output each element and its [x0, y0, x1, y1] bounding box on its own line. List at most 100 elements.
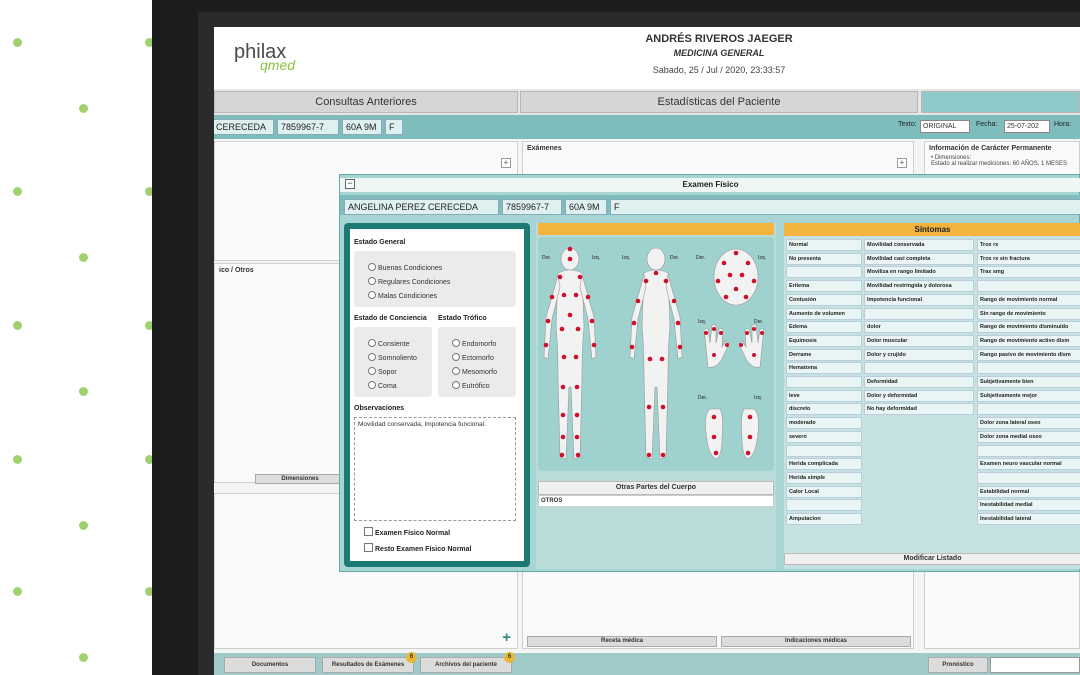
sintoma-item[interactable]: Eritema [786, 280, 862, 293]
sintoma-item[interactable]: severo [786, 430, 862, 443]
patient-name: CERECEDA [214, 119, 274, 135]
body-map[interactable]: Der. Izq. Izq. Der. Der. Izq. Izq. Der. … [538, 237, 774, 471]
check-examen-normal[interactable]: Examen Físico Normal [364, 527, 450, 537]
hora-label: Hora: [1054, 121, 1072, 128]
sintoma-item[interactable]: Movilidad conservada [864, 239, 974, 251]
sintoma-item[interactable]: Herida simple [786, 471, 862, 484]
sintoma-item[interactable] [977, 280, 1080, 293]
sintoma-item[interactable]: Trax smg [977, 266, 1080, 279]
documentos-button[interactable]: Documentos [224, 657, 316, 673]
expand-icon[interactable]: + [501, 158, 511, 168]
sintoma-item[interactable]: discreto [786, 403, 862, 416]
sintoma-item[interactable] [864, 362, 974, 375]
tab-active[interactable] [921, 91, 1080, 113]
sintoma-item[interactable]: Dolor zona lateral oseo [977, 417, 1080, 430]
minimize-icon[interactable]: − [345, 179, 355, 189]
tab-consultas-anteriores[interactable]: Consultas Anteriores [214, 91, 518, 113]
radio-endomorfo[interactable]: Endomorfo [452, 339, 496, 348]
radio-eutrofico[interactable]: Eutrófico [452, 381, 490, 390]
sintoma-item[interactable]: Equimosis [786, 334, 862, 347]
sintoma-item[interactable]: Rango de movimiento normal [977, 293, 1080, 306]
sintoma-item[interactable]: Dolor zona medial oseo [977, 430, 1080, 443]
observaciones-title: Observaciones [354, 405, 405, 412]
sintoma-item[interactable]: Hematoma [786, 362, 862, 375]
sintoma-item[interactable] [977, 444, 1080, 457]
sintoma-item[interactable]: Edema [786, 321, 862, 334]
sintoma-item[interactable]: Estabilidad normal [977, 485, 1080, 498]
radio-malas[interactable]: Malas Condiciones [368, 291, 437, 300]
dimensiones-tab[interactable]: Dimensiones [255, 474, 345, 484]
radio-sopor[interactable]: Sopor [368, 367, 397, 376]
tab-estadisticas[interactable]: Estadísticas del Paciente [520, 91, 918, 113]
sintoma-item[interactable]: Dolor muscular [864, 334, 974, 347]
sintoma-item[interactable]: Derrame [786, 348, 862, 361]
check-resto-normal[interactable]: Resto Examen Físico Normal [364, 543, 471, 553]
receta-button[interactable]: Receta médica [527, 636, 717, 647]
sintoma-item[interactable]: Normal [786, 239, 862, 251]
resultados-button[interactable]: Resultados de Exámenes 6 [322, 652, 417, 673]
archivos-label: Archivos del paciente [434, 662, 498, 668]
sintoma-item[interactable]: Impotencia funcional [864, 293, 974, 306]
modificar-listado-button[interactable]: Modificar Listado [784, 553, 1080, 565]
sintoma-item[interactable]: Examen neuro vascular normal [977, 458, 1080, 471]
radio-regulares[interactable]: Regulares Condiciones [368, 277, 450, 286]
sintoma-item[interactable] [786, 376, 862, 388]
sintoma-item[interactable]: Movilidad restringida y dolorosa [864, 280, 974, 293]
fecha-label: Fecha: [976, 121, 998, 128]
sintoma-item[interactable]: Trox rx [977, 239, 1080, 251]
sintoma-item[interactable]: leve [786, 389, 862, 402]
sintoma-item[interactable] [864, 307, 974, 320]
texto-select[interactable]: ORIGINAL [920, 120, 970, 133]
sintoma-item[interactable]: Subjetivamente bien [977, 376, 1080, 388]
sintoma-item[interactable]: Amputacion [786, 513, 862, 525]
sintoma-item[interactable]: Sin rango de movimiento [977, 307, 1080, 320]
sintoma-item[interactable]: Subjetivamente mejor [977, 389, 1080, 402]
sintoma-item[interactable]: Dolor y crujido [864, 348, 974, 361]
radio-ectomorfo[interactable]: Ectomorfo [452, 353, 494, 362]
back-figure [629, 247, 683, 460]
sintoma-item[interactable] [977, 471, 1080, 484]
sintoma-item[interactable]: Calor Local [786, 485, 862, 498]
sintoma-item[interactable] [977, 362, 1080, 375]
sintoma-item[interactable]: Deformidad [864, 376, 974, 388]
texto-label: Texto: [898, 121, 917, 128]
sintoma-item[interactable]: Movilidad casi completa [864, 252, 974, 265]
observaciones-textarea[interactable]: Movilidad conservada, Impotencia funcion… [354, 417, 516, 521]
sintoma-item[interactable]: Rango de movimiento activo dism [977, 334, 1080, 347]
fecha-input[interactable]: 25-07-202 [1004, 120, 1050, 133]
sintoma-item[interactable]: Inestabilidad medial [977, 499, 1080, 512]
sintoma-item[interactable] [786, 499, 862, 512]
sintoma-item[interactable]: No hay deformidad [864, 403, 974, 416]
sintoma-item[interactable]: Trox rx sin fractura [977, 252, 1080, 265]
sintoma-item[interactable]: Aumento de volumen [786, 307, 862, 320]
modal-patient-id: 7859967-7 [502, 199, 562, 215]
sintoma-item[interactable]: Dolor y deformidad [864, 389, 974, 402]
archivos-button[interactable]: Archivos del paciente 6 [420, 652, 515, 673]
patient-id: 7859967-7 [277, 119, 339, 135]
doctor-name: ANDRÉS RIVEROS JAEGER [645, 33, 793, 45]
sintoma-item[interactable]: Moviliza en rango limitado [864, 266, 974, 279]
radio-mesomorfo[interactable]: Mesomorfo [452, 367, 497, 376]
radio-somnoliento[interactable]: Somnoliento [368, 353, 417, 362]
logo-subtext: qmed [260, 57, 296, 73]
sintoma-item[interactable]: dolor [864, 321, 974, 334]
radio-coma[interactable]: Coma [368, 381, 397, 390]
otros-item[interactable]: OTROS [538, 495, 774, 507]
indicaciones-button[interactable]: Indicaciones médicas [721, 636, 911, 647]
sintoma-item[interactable]: Herida complicada [786, 458, 862, 471]
sintoma-item[interactable]: Contusión [786, 293, 862, 306]
sintoma-item[interactable]: Rango pasivo de movimiento dism [977, 348, 1080, 361]
sintoma-item[interactable] [977, 403, 1080, 416]
expand-icon[interactable]: + [897, 158, 907, 168]
sintoma-item[interactable]: moderado [786, 417, 862, 430]
add-icon[interactable]: + [502, 629, 511, 646]
sintoma-item[interactable] [786, 444, 862, 457]
sintoma-item[interactable] [786, 266, 862, 279]
sintoma-item[interactable]: No presenta [786, 252, 862, 265]
radio-buenas[interactable]: Buenas Condiciones [368, 263, 442, 272]
sintoma-item[interactable]: Inestabilidad lateral [977, 513, 1080, 525]
sintoma-item[interactable]: Rango de movimiento disminuido [977, 321, 1080, 334]
general-state-card: Estado General Buenas Condiciones Regula… [344, 223, 530, 567]
radio-consiente[interactable]: Consiente [368, 339, 410, 348]
pronostico-input[interactable] [990, 657, 1080, 673]
